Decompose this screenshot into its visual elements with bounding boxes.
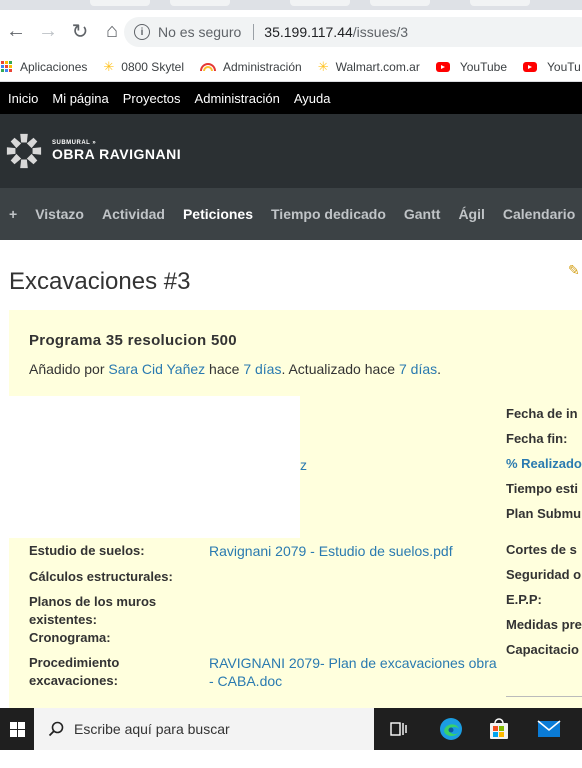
attr-label-epp: E.P.P:	[506, 592, 542, 607]
sentence-end: .	[437, 361, 442, 377]
top-menu-proyectos[interactable]: Proyectos	[123, 91, 181, 106]
field-label-procedimiento: Procedimiento excavaciones:	[29, 655, 120, 688]
address-bar[interactable]: i No es seguro 35.199.117.44 /issues/3	[124, 17, 582, 47]
attr-label-tiempo-estimado: Tiempo esti	[506, 481, 579, 496]
tab-agil[interactable]: Ágil	[458, 206, 484, 222]
browser-tab-strip	[0, 0, 582, 10]
bookmark-skytel[interactable]: ✳ 0800 Skytel	[103, 59, 184, 75]
author-link[interactable]: Sara Cid Yañez	[108, 361, 205, 377]
start-button[interactable]	[0, 708, 34, 750]
browser-tab[interactable]	[170, 0, 230, 6]
top-menu: Inicio Mi página Proyectos Administració…	[0, 82, 582, 114]
forward-arrow-icon[interactable]: →	[32, 20, 64, 43]
bookmark-label: 0800 Skytel	[121, 59, 184, 74]
attr-label-cortes: Cortes de s	[506, 542, 577, 557]
tab-gantt[interactable]: Gantt	[404, 206, 441, 222]
added-by-text: Añadido por	[29, 361, 109, 377]
attachment-link-estudio-suelos[interactable]: Ravignani 2079 - Estudio de suelos.pdf	[209, 542, 509, 560]
youtube-icon	[523, 61, 537, 72]
new-object-button[interactable]: +	[9, 206, 17, 222]
attr-label-capacitacion: Capacitacio	[506, 642, 579, 657]
field-label-estudio-suelos: Estudio de suelos:	[29, 543, 145, 558]
search-icon	[48, 721, 64, 737]
redmine-logo-icon	[6, 133, 42, 169]
updated-ago-link[interactable]: 7 días	[399, 361, 437, 377]
main-content: Excavaciones #3 ✎ Programa 35 resolucion…	[0, 240, 582, 708]
updated-text: . Actualizado hace	[281, 361, 399, 377]
browser-toolbar: ← → ↻ ⌂ i No es seguro 35.199.117.44 /is…	[0, 10, 582, 52]
youtube-icon	[435, 61, 450, 72]
project-name: OBRA RAVIGNANI	[52, 146, 182, 162]
back-arrow-icon[interactable]: ←	[0, 20, 32, 43]
attr-label-seguridad: Seguridad o	[506, 567, 582, 582]
top-menu-administracion[interactable]: Administración	[195, 91, 280, 106]
url-path: /issues/3	[352, 24, 409, 40]
assignee-link-fragment[interactable]: z	[300, 457, 307, 473]
bottom-edge	[0, 750, 582, 768]
bookmark-administracion[interactable]: Administración	[200, 59, 302, 74]
edit-pencil-icon[interactable]: ✎	[568, 262, 580, 279]
project-header: SUBMURAL » OBRA RAVIGNANI	[0, 114, 582, 188]
bookmark-youtube[interactable]: YouTube	[435, 59, 507, 74]
windows-taskbar: Escribe aquí para buscar	[0, 708, 582, 750]
top-menu-mi-pagina[interactable]: Mi página	[52, 91, 108, 106]
issue-details: Programa 35 resolucion 500 Añadido por S…	[9, 310, 582, 708]
tab-calendario[interactable]: Calendario	[503, 206, 575, 222]
attr-label-fecha-fin: Fecha fin:	[506, 431, 568, 446]
windows-logo-icon	[9, 721, 25, 737]
main-menu: + Vistazo Actividad Peticiones Tiempo de…	[0, 188, 582, 240]
browser-tab[interactable]	[370, 0, 430, 6]
bookmark-walmart[interactable]: ✳ Walmart.com.ar	[318, 59, 420, 75]
divider	[506, 696, 582, 697]
attr-label-realizado[interactable]: % Realizado	[506, 456, 582, 471]
field-label-calculos: Cálculos estructurales:	[29, 569, 173, 584]
field-label-planos: Planos de los muros existentes:	[29, 594, 157, 627]
issue-subject: Programa 35 resolucion 500	[29, 332, 237, 349]
bookmark-label: YouTu	[547, 59, 581, 74]
project-title: SUBMURAL » OBRA RAVIGNANI	[52, 140, 181, 162]
page-title: Excavaciones #3	[9, 268, 191, 295]
blank-area	[9, 396, 300, 538]
attr-label-plan-submural: Plan Submu	[506, 506, 582, 521]
browser-tab[interactable]	[290, 0, 350, 6]
field-label-cronograma: Cronograma:	[29, 630, 111, 645]
store-icon[interactable]	[486, 716, 512, 742]
reload-icon[interactable]: ↻	[64, 19, 96, 44]
tab-tiempo-dedicado[interactable]: Tiempo dedicado	[271, 206, 386, 222]
attachment-link-procedimiento[interactable]: RAVIGNANI 2079- Plan de excavaciones obr…	[209, 654, 499, 690]
tab-peticiones[interactable]: Peticiones	[183, 206, 253, 222]
walmart-spark-icon: ✳	[317, 58, 329, 74]
tab-actividad[interactable]: Actividad	[102, 206, 165, 222]
search-placeholder: Escribe aquí para buscar	[74, 721, 230, 737]
rainbow-icon	[200, 59, 216, 74]
hace-text: hace	[205, 361, 244, 377]
issue-author-line: Añadido por Sara Cid Yañez hace 7 días. …	[29, 361, 441, 377]
attr-label-medidas: Medidas pre	[506, 617, 582, 632]
tab-vistazo[interactable]: Vistazo	[35, 206, 84, 222]
bookmark-label: Walmart.com.ar	[335, 59, 420, 74]
security-label: No es seguro	[158, 24, 242, 40]
bookmark-label: Aplicaciones	[20, 59, 88, 74]
edge-browser-icon[interactable]	[438, 716, 464, 742]
bookmark-label: YouTube	[459, 59, 507, 74]
top-menu-inicio[interactable]: Inicio	[8, 91, 38, 106]
url-host: 35.199.117.44	[264, 24, 353, 40]
bookmark-apps[interactable]: Aplicaciones	[1, 60, 87, 74]
bookmarks-bar: Aplicaciones ✳ 0800 Skytel Administració…	[0, 52, 582, 82]
bookmark-youtube-2[interactable]: YouTu	[523, 60, 581, 74]
task-view-icon[interactable]	[386, 716, 412, 742]
attr-label-fecha-inicio: Fecha de in	[506, 406, 578, 421]
mail-icon[interactable]	[536, 716, 562, 742]
top-menu-ayuda[interactable]: Ayuda	[294, 91, 331, 106]
info-icon[interactable]: i	[134, 24, 150, 40]
apps-grid-icon	[1, 61, 12, 72]
added-ago-link[interactable]: 7 días	[243, 361, 281, 377]
browser-tab[interactable]	[90, 0, 150, 6]
taskbar-search-box[interactable]: Escribe aquí para buscar	[34, 708, 374, 750]
walmart-spark-icon: ✳	[103, 58, 115, 74]
divider	[253, 24, 255, 40]
browser-tab[interactable]	[470, 0, 530, 6]
bookmark-label: Administración	[223, 59, 302, 74]
